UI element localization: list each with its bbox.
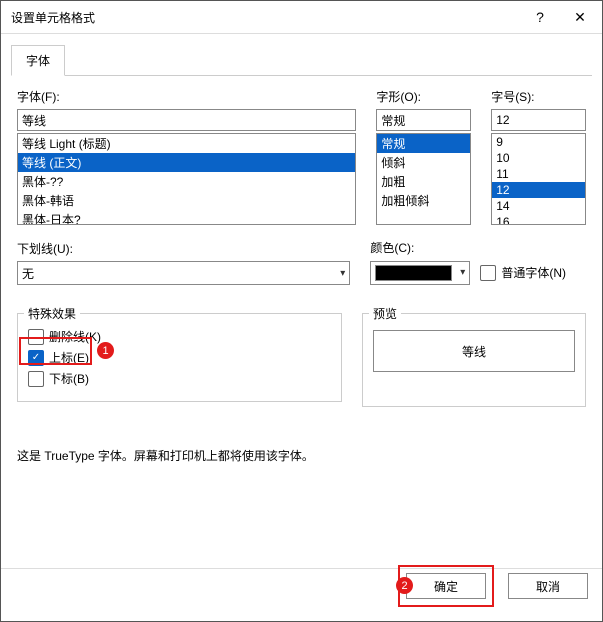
color-select[interactable]: ▾ [370,261,470,285]
preview-sample: 等线 [462,343,486,360]
font-input[interactable] [17,109,356,131]
list-item[interactable]: 黑体-韩语 [18,191,355,210]
font-listbox[interactable]: 等线 Light (标题) 等线 (正文) 黑体-?? 黑体-韩语 黑体-日本?… [17,133,356,225]
chevron-down-icon: ▾ [460,267,465,278]
normal-font-checkbox-row[interactable]: 普通字体(N) [480,264,566,281]
list-item[interactable]: 加粗 [377,172,470,191]
format-cells-dialog: 设置单元格格式 ? ✕ 字体 字体(F): 等线 Light (标题) 等线 (… [0,0,603,622]
style-column: 字形(O): 常规 倾斜 加粗 加粗倾斜 [376,88,471,225]
size-input[interactable] [491,109,586,131]
font-label: 字体(F): [17,88,356,105]
dialog-buttons: 2 确定 取消 [398,565,588,607]
subscript-checkbox[interactable]: 下标(B) [28,370,331,387]
dialog-title: 设置单元格格式 [11,9,520,26]
style-listbox[interactable]: 常规 倾斜 加粗 加粗倾斜 [376,133,471,225]
list-item[interactable]: 10 [492,150,585,166]
help-button[interactable]: ? [520,3,560,31]
tab-content: 字体(F): 等线 Light (标题) 等线 (正文) 黑体-?? 黑体-韩语… [1,76,602,464]
subscript-label: 下标(B) [49,370,89,387]
list-item[interactable]: 等线 Light (标题) [18,134,355,153]
preview-box: 等线 [373,330,575,372]
checkbox-icon [28,371,44,387]
list-item[interactable]: 14 [492,198,585,214]
tab-strip: 字体 [1,34,602,75]
list-item[interactable]: 11 [492,166,585,182]
tab-font[interactable]: 字体 [11,45,65,76]
callout-badge-2: 2 [396,577,413,594]
color-swatch [375,265,452,281]
preview-legend: 预览 [369,305,401,322]
size-label: 字号(S): [491,88,586,105]
size-column: 字号(S): 9 10 11 12 14 16 [491,88,586,225]
list-item[interactable]: 倾斜 [377,153,470,172]
color-label: 颜色(C): [370,239,586,256]
cancel-button[interactable]: 取消 [508,573,588,599]
style-label: 字形(O): [376,88,471,105]
underline-label: 下划线(U): [17,240,350,257]
info-text: 这是 TrueType 字体。屏幕和打印机上都将使用该字体。 [17,447,586,464]
list-item[interactable]: 12 [492,182,585,198]
list-item[interactable]: 16 [492,214,585,225]
callout-box-2: 2 确定 [398,565,494,607]
list-item[interactable]: 黑体-日本? [18,210,355,225]
ok-button[interactable]: 确定 [406,573,486,599]
list-item[interactable]: 常规 [377,134,470,153]
titlebar: 设置单元格格式 ? ✕ [1,1,602,34]
list-item[interactable]: 黑体-?? [18,172,355,191]
chevron-down-icon: ▾ [340,268,345,279]
list-item[interactable]: 加粗倾斜 [377,191,470,210]
underline-column: 下划线(U): 无 ▾ [17,240,350,285]
special-legend: 特殊效果 [24,305,80,322]
callout-badge-1: 1 [97,342,114,359]
color-column: 颜色(C): ▾ 普通字体(N) [370,239,586,285]
font-row: 字体(F): 等线 Light (标题) 等线 (正文) 黑体-?? 黑体-韩语… [17,88,586,225]
checkbox-icon [480,265,496,281]
list-item[interactable]: 9 [492,134,585,150]
size-listbox[interactable]: 9 10 11 12 14 16 [491,133,586,225]
font-column: 字体(F): 等线 Light (标题) 等线 (正文) 黑体-?? 黑体-韩语… [17,88,356,225]
close-button[interactable]: ✕ [560,3,600,31]
normal-font-label: 普通字体(N) [501,264,566,281]
underline-value: 无 [22,265,34,282]
style-input[interactable] [376,109,471,131]
callout-box-1 [19,337,92,365]
underline-color-row: 下划线(U): 无 ▾ 颜色(C): ▾ 普通字体(N) [17,239,586,285]
list-item[interactable]: 等线 (正文) [18,153,355,172]
underline-select[interactable]: 无 ▾ [17,261,350,285]
preview-group: 预览 等线 [362,299,586,407]
